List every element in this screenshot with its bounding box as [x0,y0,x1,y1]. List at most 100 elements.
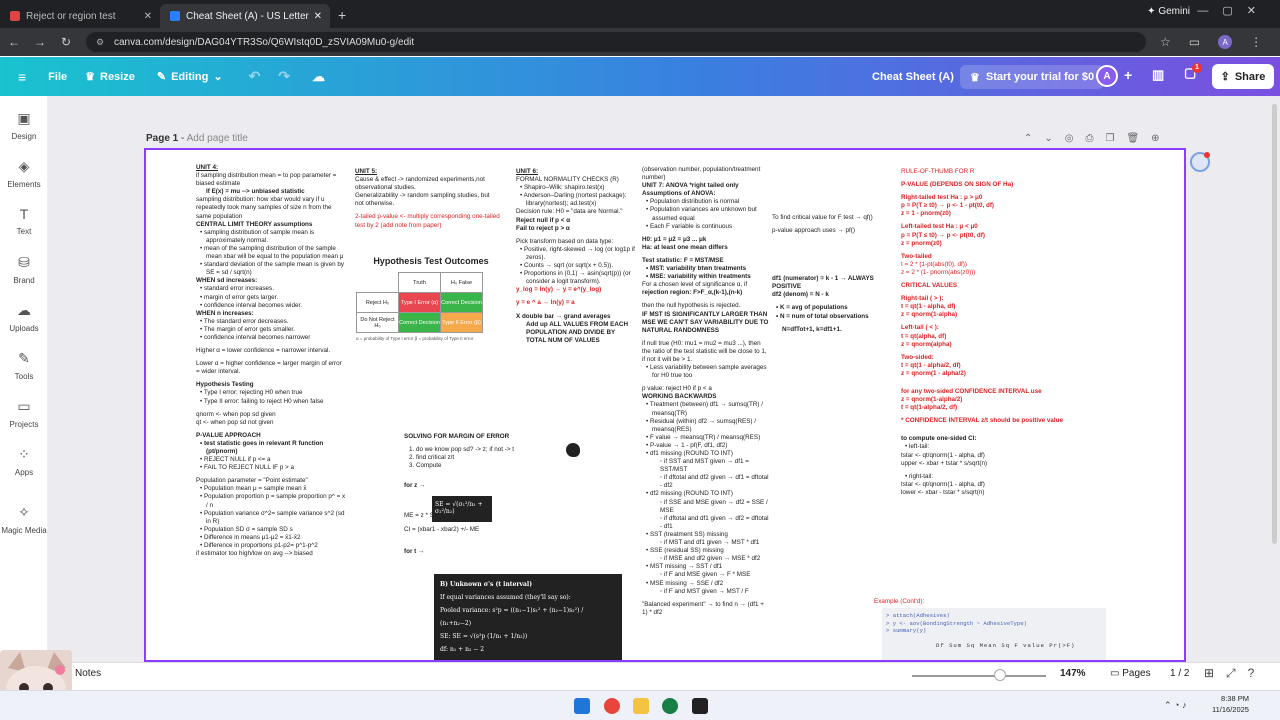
close-icon[interactable]: ✕ [144,11,152,22]
sidebar-item-elements[interactable]: ◈ Elements [0,158,48,189]
sidebar-item-apps[interactable]: ⁘ Apps [0,446,48,477]
zoom-level[interactable]: 147% [1060,668,1086,679]
text-line: • left-tail: [905,443,930,451]
text-line: p = P(T ≤ t0) → p <- pt(t0, df) [901,231,985,239]
text-line: P-VALUE (DEPENDS ON SIGN OF Ha) [901,181,1014,189]
text-line: tstar <- qt/qnorm(1 - alpha, df) [901,480,985,488]
text-line: IF MST IS SIGNIFICANTLY LARGER THAN MSE … [642,310,769,334]
reload-icon[interactable]: ↻ [54,35,78,49]
editing-mode-dropdown[interactable]: ✎ Editing ⌄ [156,70,223,84]
add-collaborator-icon[interactable]: + [1124,67,1132,83]
text-line: CENTRAL LIMIT THEORY assumptions [196,220,313,228]
text-line: Right-tailed test Ha : μ > μ0 [901,194,983,202]
pages-button[interactable]: ▭ Pages [1110,668,1151,679]
url-field[interactable]: ⚙ canva.com/design/DAG04YTR3So/Q6WIstq0D… [86,32,1146,52]
text-line: Ha: at least one mean differs [642,243,728,251]
resize-button[interactable]: ♛ Resize [85,70,135,84]
insights-icon[interactable]: ▥ [1152,67,1164,83]
window-controls[interactable]: —▢✕ [1197,4,1270,17]
sidebar-item-uploads[interactable]: ☁ Uploads [0,302,48,333]
browser-tab-active[interactable]: Cheat Sheet (A) - US Letter ✕ [160,4,330,28]
close-icon[interactable]: ✕ [314,11,322,22]
document-title[interactable]: Cheat Sheet (A) [872,71,954,83]
chevron-down-icon: ⌄ [213,71,223,83]
new-tab-button[interactable]: + [338,7,346,23]
page-label[interactable]: Page 1 - Add page title [146,133,248,144]
main-menu-icon[interactable]: ≡ [18,69,26,85]
sidebar-item-brand[interactable]: ⛁ Brand [0,254,48,285]
text-line: • SST (treatment SS) missing [646,530,728,538]
app-icon[interactable] [692,698,708,714]
page-title-placeholder[interactable]: Add page title [187,133,248,144]
share-button[interactable]: ⇪ Share [1212,64,1274,89]
zoom-slider[interactable] [912,675,1046,677]
crown-icon: ♛ [970,71,980,84]
text-line: z = pnorm(z0) [901,239,942,247]
site-info-icon[interactable]: ⚙ [96,37,104,48]
row-label: Reject H₀ [356,292,399,313]
example-label: Example (Cont'd): [874,598,925,605]
sidebar-item-tools[interactable]: ✎ Tools [0,350,48,381]
text-line: N=dfTot+1, k=df1+1. [782,325,842,333]
text-line: • right-tail: [905,472,934,480]
type1-error-cell: Type I Error (α) [398,292,441,313]
text-line: ◦ if SST and MST given → df1 = SST/MST [660,458,749,474]
text-line: z = qnorm(1-alpha/2) [901,396,963,404]
user-avatar[interactable]: A [1096,65,1118,87]
zoom-slider-handle[interactable] [994,669,1006,681]
app-icon[interactable] [662,698,678,714]
cloud-saved-icon[interactable]: ☁ [312,69,325,85]
extensions-icon[interactable]: ▭ [1189,35,1200,49]
editing-label: Editing [171,70,209,83]
browser-tab[interactable]: Reject or region test ✕ [0,4,160,28]
magic-assistant-icon[interactable] [1190,152,1210,172]
start-trial-button[interactable]: ♛ Start your trial for $0 [960,65,1105,89]
sidebar-item-projects[interactable]: ▭ Projects [0,398,48,429]
pencil-icon: ✎ [156,71,167,83]
undo-icon[interactable]: ↶ [249,68,261,85]
system-clock[interactable]: 8:38 PM 11/16/2025 [1212,693,1249,715]
hypothesis-outcomes-table: Hypothesis Test Outcomes Truth H₀ False R… [356,256,506,341]
t-box-line: df: n₁ + n₂ − 2 [440,646,485,653]
bookmark-star-icon[interactable]: ☆ [1160,35,1171,49]
os-taskbar [0,690,1280,720]
windows-start-icon[interactable] [574,698,590,714]
text-line: • standard error increases. [200,285,274,293]
sidebar-item-design[interactable]: ▣ Design [0,110,48,141]
anova-output-header: Df Sum Sq Mean Sq F value Pr(>F) [936,641,1076,649]
page-counter[interactable]: 1 / 2 [1170,668,1189,679]
sidebar-item-text[interactable]: T Text [0,206,48,236]
text-line: rejection region: F>F_α,(k-1),(n-k) [642,289,743,297]
text-line: • df1 missing (ROUND TO INT) [646,450,733,457]
view-controls[interactable]: ⊞⤢? [1204,666,1266,681]
text-line: z = qnorm(alpha) [901,340,952,348]
document-page[interactable]: UNIT 4: if sampling distribution mean = t… [144,148,1186,662]
code-line: > y <- aov(BondingStrength ~ AdhesiveTyp… [886,619,1027,627]
r-rules-column: RULE-OF-THUMB FOR R P-VALUE (DEPENDS ON S… [901,168,1081,497]
vertical-scrollbar[interactable] [1272,104,1277,544]
anova-notes-column: To find critical value for F test → qf()… [772,214,882,334]
sidebar-item-magic-media[interactable]: ✧ Magic Media [0,504,48,535]
gemini-button[interactable]: ✦ Gemini [1147,6,1190,17]
clock-date: 11/16/2025 [1212,705,1249,714]
file-explorer-icon[interactable] [633,698,649,714]
text-line: t = qt(1 - alpha, df) [901,303,956,311]
profile-avatar[interactable]: A [1218,35,1233,49]
page-actions[interactable]: ⌃⌄◎⎙❐🗑⊕ [1024,133,1172,144]
back-icon[interactable]: ← [2,35,26,49]
redo-icon[interactable]: ↷ [278,68,290,85]
file-menu[interactable]: File [48,71,67,83]
unit5-column: UNIT 5: Cause & effect -> randomized expe… [355,168,500,230]
pages-label: Pages [1122,668,1151,679]
margin-of-error-section: SOLVING FOR MARGIN OF ERROR do we know p… [404,433,544,556]
text-line: • N = num of total observations [776,312,869,320]
notes-button[interactable]: Notes [75,668,101,679]
system-tray-icons[interactable]: ⌃ ◔ ♪ [1164,700,1186,711]
menu-icon[interactable]: ⋮ [1250,35,1262,49]
forward-icon[interactable]: → [28,35,52,49]
text-line: • Population variance σ^2= sample varian… [200,509,345,525]
chrome-icon[interactable] [604,698,620,714]
resize-label: Resize [100,70,135,83]
unit4-column: UNIT 4: if sampling distribution mean = t… [196,164,346,558]
text-line: • MST: variability btwn treatments [646,265,747,273]
